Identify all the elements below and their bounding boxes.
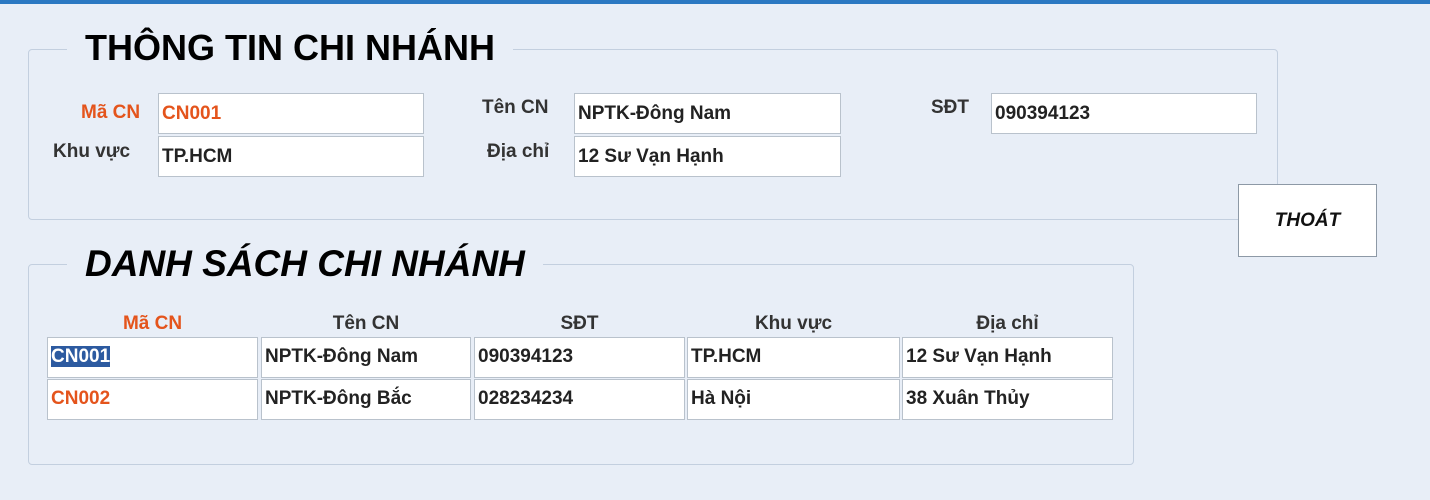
- phone-label: SĐT: [931, 97, 969, 118]
- table-cell-region[interactable]: Hà Nội: [687, 379, 900, 420]
- address-label: Địa chỉ: [487, 141, 550, 162]
- exit-button[interactable]: THOÁT: [1238, 184, 1377, 257]
- branch-list-title: DANH SÁCH CHI NHÁNH: [67, 243, 543, 285]
- branch-info-title: THÔNG TIN CHI NHÁNH: [67, 27, 513, 69]
- address-field[interactable]: 12 Sư Vạn Hạnh: [574, 136, 841, 177]
- table-cell-address[interactable]: 12 Sư Vạn Hạnh: [902, 337, 1113, 378]
- column-header-branch-name: Tên CN: [332, 313, 400, 334]
- branch-info-group: [28, 49, 1278, 220]
- region-field[interactable]: TP.HCM: [158, 136, 424, 177]
- table-cell-branch-name[interactable]: NPTK-Đông Bắc: [261, 379, 471, 420]
- phone-field[interactable]: 090394123: [991, 93, 1257, 134]
- table-cell-phone[interactable]: 090394123: [474, 337, 685, 378]
- table-cell-phone[interactable]: 028234234: [474, 379, 685, 420]
- column-header-region: Khu vực: [754, 313, 833, 334]
- window-top-strip: [0, 0, 1430, 4]
- selected-cell-text: CN001: [51, 346, 111, 367]
- branch-code-label: Mã CN: [81, 102, 141, 123]
- branch-code-field[interactable]: CN001: [158, 93, 424, 134]
- column-header-branch-code: Mã CN: [122, 313, 183, 334]
- table-cell-address[interactable]: 38 Xuân Thủy: [902, 379, 1113, 420]
- branch-name-label: Tên CN: [482, 97, 549, 118]
- column-header-phone: SĐT: [560, 313, 599, 334]
- table-cell-branch-code[interactable]: CN001: [47, 337, 258, 378]
- branch-name-field[interactable]: NPTK-Đông Nam: [574, 93, 841, 134]
- table-cell-branch-name[interactable]: NPTK-Đông Nam: [261, 337, 471, 378]
- column-header-address: Địa chỉ: [976, 313, 1039, 334]
- table-cell-branch-code[interactable]: CN002: [47, 379, 258, 420]
- table-cell-region[interactable]: TP.HCM: [687, 337, 900, 378]
- region-label: Khu vực: [53, 141, 131, 162]
